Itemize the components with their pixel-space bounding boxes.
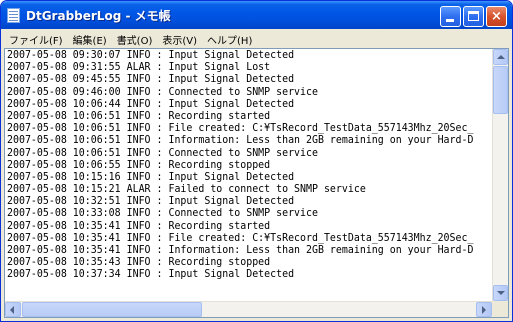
vertical-scroll-thumb[interactable]	[493, 66, 508, 114]
minimize-icon	[446, 19, 454, 22]
arrow-right-icon	[482, 306, 486, 314]
minimize-button[interactable]	[440, 6, 461, 27]
log-text[interactable]: 2007-05-08 09:30:07 INFO : Input Signal …	[7, 49, 490, 301]
menu-help[interactable]: ヘルプ(H)	[202, 29, 257, 47]
menu-view[interactable]: 表示(V)	[157, 29, 202, 47]
vertical-scrollbar[interactable]	[492, 49, 508, 301]
close-button[interactable]: ×	[486, 6, 507, 27]
arrow-up-icon	[497, 55, 505, 59]
menu-bar: ファイル(F) 編集(E) 書式(O) 表示(V) ヘルプ(H)	[4, 29, 509, 48]
text-editor[interactable]: 2007-05-08 09:30:07 INFO : Input Signal …	[4, 48, 509, 318]
scroll-left-button[interactable]	[5, 302, 21, 317]
horizontal-scroll-thumb[interactable]	[22, 302, 202, 317]
close-icon: ×	[491, 9, 502, 24]
window-title: DtGrabberLog - メモ帳	[26, 9, 171, 23]
maximize-button[interactable]	[463, 6, 484, 27]
size-grip[interactable]	[492, 301, 508, 317]
log-line: 2007-05-08 10:37:34 INFO : Input Signal …	[7, 267, 295, 281]
title-bar[interactable]: DtGrabberLog - メモ帳 ×	[1, 1, 512, 29]
notepad-icon[interactable]	[7, 8, 20, 23]
arrow-down-icon	[497, 291, 505, 295]
menu-format[interactable]: 書式(O)	[112, 29, 158, 47]
scroll-right-button[interactable]	[476, 302, 492, 317]
notepad-window: DtGrabberLog - メモ帳 × ファイル(F) 編集(E) 書式(O) 表示…	[0, 0, 513, 322]
scroll-up-button[interactable]	[493, 49, 508, 65]
scroll-down-button[interactable]	[493, 285, 508, 301]
maximize-icon	[468, 11, 479, 21]
menu-file[interactable]: ファイル(F)	[4, 29, 68, 47]
menu-edit[interactable]: 編集(E)	[68, 29, 112, 47]
horizontal-scrollbar[interactable]	[5, 301, 492, 317]
arrow-left-icon	[10, 306, 14, 314]
